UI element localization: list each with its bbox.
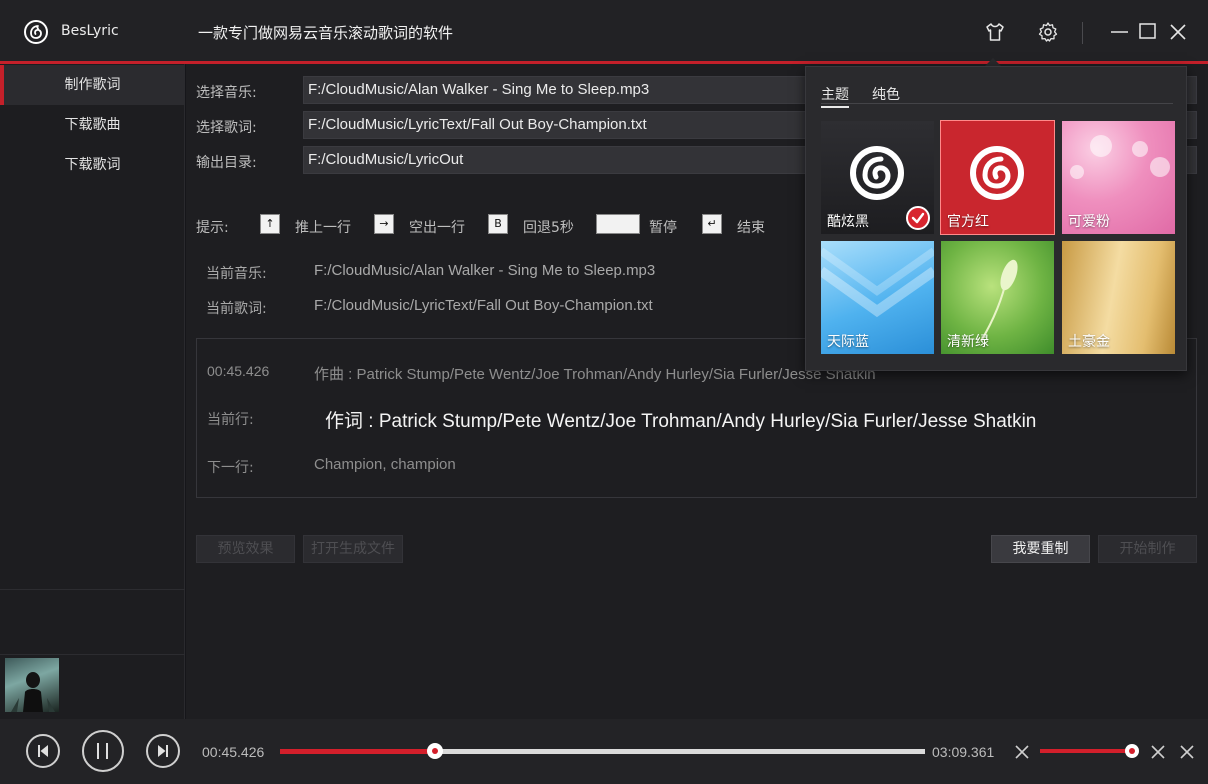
current-line-label: 当前行: <box>207 412 254 428</box>
theme-swatch-red[interactable]: 官方红 <box>940 120 1055 235</box>
key-up-icon: ↑ <box>260 214 280 234</box>
sidebar-item-download-song[interactable]: 下载歌曲 <box>0 105 185 145</box>
sidebar-divider <box>0 654 185 655</box>
hint-space-text: 暂停 <box>649 220 677 236</box>
tab-underline <box>821 103 1173 104</box>
next-track-button[interactable] <box>146 734 180 768</box>
next-line-label: 下一行: <box>207 460 254 476</box>
lyric-timestamp: 00:45.426 <box>207 363 270 379</box>
key-right-icon: → <box>374 214 394 234</box>
theme-label: 天际蓝 <box>827 334 869 350</box>
total-time: 03:09.361 <box>932 744 995 760</box>
current-music-value: F:/CloudMusic/Alan Walker - Sing Me to S… <box>314 262 656 279</box>
skip-back-icon <box>38 745 48 757</box>
theme-swatch-gold[interactable]: 土豪金 <box>1062 241 1175 354</box>
volume-slider[interactable] <box>1040 744 1139 758</box>
current-music-label: 当前音乐: <box>206 266 267 282</box>
bokeh-decor <box>1070 165 1084 179</box>
album-figure-icon <box>11 672 55 712</box>
selected-check-icon <box>906 206 930 230</box>
settings-gear-icon[interactable] <box>1036 20 1060 44</box>
hint-label: 提示: <box>196 220 229 236</box>
theme-label: 酷炫黑 <box>827 214 869 230</box>
sidebar-item-make-lyric[interactable]: 制作歌词 <box>0 65 185 105</box>
mute-close-icon[interactable] <box>1150 744 1166 760</box>
sidebar: 制作歌词 下载歌曲 下载歌词 <box>0 64 185 719</box>
bokeh-decor <box>1090 135 1112 157</box>
theme-label: 可爱粉 <box>1068 214 1110 230</box>
progress-handle[interactable] <box>426 743 443 759</box>
close-music-icon[interactable] <box>1014 744 1030 760</box>
sidebar-item-download-lyric[interactable]: 下载歌词 <box>0 145 185 185</box>
elapsed-time: 00:45.426 <box>202 744 265 760</box>
output-field-label: 输出目录: <box>196 155 257 171</box>
start-making-button[interactable]: 开始制作 <box>1098 535 1197 563</box>
theme-label: 清新绿 <box>947 334 989 350</box>
hint-right-text: 空出一行 <box>409 220 465 236</box>
preview-button[interactable]: 预览效果 <box>196 535 295 563</box>
theme-label: 土豪金 <box>1068 334 1110 350</box>
sidebar-divider <box>0 589 185 590</box>
skip-forward-icon <box>158 745 168 757</box>
volume-fill <box>1040 749 1132 753</box>
pause-button[interactable] <box>82 730 124 772</box>
album-cover[interactable] <box>5 658 59 712</box>
tab-theme[interactable]: 主题 <box>821 84 849 108</box>
theme-swatch-pink[interactable]: 可爱粉 <box>1062 121 1175 234</box>
close-player-icon[interactable] <box>1179 744 1195 760</box>
progress-slider[interactable] <box>280 743 925 759</box>
app-name: BesLyric <box>61 23 119 39</box>
key-b-icon: B <box>488 214 508 234</box>
open-output-file-button[interactable]: 打开生成文件 <box>303 535 403 563</box>
hint-b-text: 回退5秒 <box>523 220 574 236</box>
previous-track-button[interactable] <box>26 734 60 768</box>
theme-swatch-blue[interactable]: 天际蓝 <box>821 241 934 354</box>
skin-shirt-icon[interactable] <box>983 20 1007 44</box>
current-lyric-value: F:/CloudMusic/LyricText/Fall Out Boy-Cha… <box>314 297 653 314</box>
player-bar: 00:45.426 03:09.361 <box>0 719 1208 784</box>
title-bar: BesLyric 一款专门做网易云音乐滚动歌词的软件 <box>0 0 1208 64</box>
key-enter-icon: ↵ <box>702 214 722 234</box>
hint-enter-text: 结束 <box>737 220 765 236</box>
key-space-icon <box>596 214 640 234</box>
pause-icon <box>97 743 108 759</box>
netease-logo-icon <box>24 20 48 44</box>
current-lyric-label: 当前歌词: <box>206 301 267 317</box>
volume-handle[interactable] <box>1125 744 1139 758</box>
maximize-icon[interactable] <box>1136 20 1160 44</box>
hint-up-text: 推上一行 <box>295 220 351 236</box>
theme-label: 官方红 <box>947 214 989 230</box>
close-window-icon[interactable] <box>1166 20 1190 44</box>
lyric-field-label: 选择歌词: <box>196 120 257 136</box>
music-field-label: 选择音乐: <box>196 85 257 101</box>
theme-popup: 主题 纯色 酷炫黑 官方红 可爱粉 天际蓝 清新绿 土豪金 <box>805 66 1187 371</box>
tab-solid-color[interactable]: 纯色 <box>872 84 900 104</box>
progress-fill <box>280 749 435 754</box>
current-lyric-line: 作词 : Patrick Stump/Pete Wentz/Joe Trohma… <box>325 411 1037 432</box>
minimize-icon[interactable] <box>1108 20 1132 44</box>
bokeh-decor <box>1150 157 1170 177</box>
bokeh-decor <box>1132 141 1148 157</box>
titlebar-separator <box>1082 22 1083 44</box>
theme-swatch-black[interactable]: 酷炫黑 <box>821 121 934 234</box>
reset-button[interactable]: 我要重制 <box>991 535 1090 563</box>
app-slogan: 一款专门做网易云音乐滚动歌词的软件 <box>198 24 454 42</box>
next-lyric-line: Champion, champion <box>314 456 456 473</box>
theme-swatch-green[interactable]: 清新绿 <box>941 241 1054 354</box>
previous-lyric-line: 作曲 : Patrick Stump/Pete Wentz/Joe Trohma… <box>314 366 876 383</box>
